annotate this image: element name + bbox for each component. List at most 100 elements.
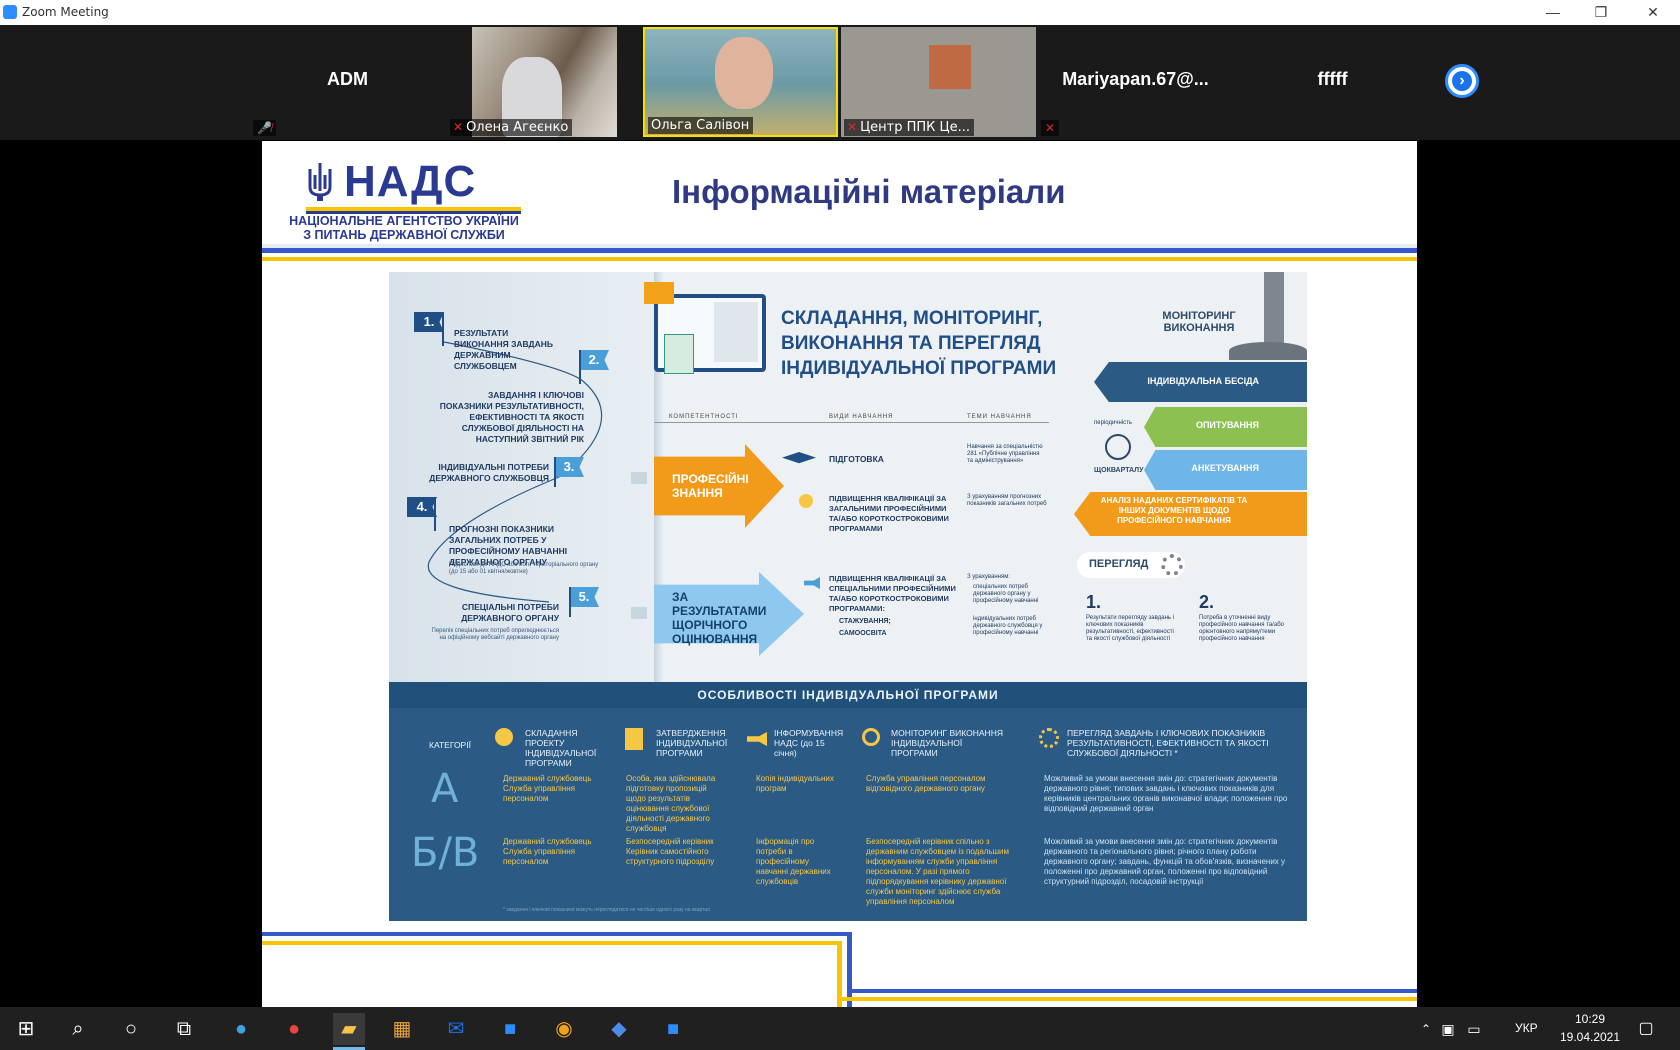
next-page-button[interactable]: ›	[1445, 64, 1479, 98]
quarterly-label: ЩОКВАРТАЛУ	[1094, 467, 1144, 474]
participant-video-frame	[929, 45, 971, 89]
divider	[262, 257, 1417, 261]
step-text: РЕЗУЛЬТАТИ ВИКОНАННЯ ЗАВДАНЬ ДЕРЖАВНИМ С…	[454, 328, 554, 371]
app-icon[interactable]: ◉	[548, 1013, 580, 1045]
notifications-icon[interactable]: ▢	[1630, 1013, 1662, 1045]
step-note: Перелік спеціальних потреб оприлюднюєтьс…	[431, 628, 559, 641]
feature-header: ПЕРЕГЛЯД ЗАВДАНЬ І КЛЮЧОВИХ ПОКАЗНИКІВ Р…	[1067, 728, 1269, 758]
participant-strip: ADM 🎤̸ ✕ Олена Агеєнко Ольга Салівон ✕ Цен…	[0, 25, 1680, 140]
feature-cell: Служба управління персоналом відповідног…	[866, 774, 986, 793]
edge-icon[interactable]: ●	[225, 1013, 257, 1045]
training-topic: спеціальних потреб державного органу у п…	[973, 584, 1039, 604]
category-label: А	[431, 766, 459, 812]
training-type: ПІДВИЩЕННЯ КВАЛІФІКАЦІЇ ЗА СПЕЦІАЛЬНИМИ …	[829, 574, 956, 613]
features-panel: ОСОБЛИВОСТІ ІНДИВІДУАЛЬНОЇ ПРОГРАМИ КАТЕ…	[389, 682, 1307, 921]
feature-cell: Безпосередній керівник Керівник самостій…	[626, 837, 715, 866]
monitoring-item-label: АНАЛІЗ НАДАНИХ СЕРТИФІКАТІВ ТА ІНШИХ ДОК…	[1100, 496, 1248, 525]
participant-tile[interactable]: ADM 🎤̸	[250, 27, 445, 137]
clock-icon	[1105, 434, 1131, 460]
chrome-icon[interactable]: ●	[278, 1013, 310, 1045]
participant-tile[interactable]: fffff	[1235, 27, 1430, 137]
feature-header: ІНФОРМУВАННЯ НАДС (до 15 січня)	[774, 728, 844, 758]
training-topic: індивідуальних потреб державного службов…	[973, 616, 1043, 636]
training-type: ПІДГОТОВКА	[829, 454, 884, 464]
lightbulb-icon	[799, 494, 813, 508]
features-title: ОСОБЛИВОСТІ ІНДИВІДУАЛЬНОЇ ПРОГРАМИ	[389, 682, 1307, 708]
participant-video-face	[715, 37, 773, 109]
review-text: Результати перегляду завдань і ключових …	[1086, 615, 1175, 642]
decor-line	[847, 989, 1417, 993]
zoom-icon[interactable]: ■	[494, 1013, 526, 1045]
infographic: 1. РЕЗУЛЬТАТИ ВИКОНАННЯ ЗАВДАНЬ ДЕРЖАВНИ…	[389, 272, 1307, 921]
participant-label: Ольга Салівон	[648, 117, 754, 134]
magnifier-icon	[862, 728, 880, 746]
column-header: ВИДИ НАВЧАННЯ	[829, 414, 894, 420]
participant-label: ✕ Центр ППК Це...	[844, 119, 975, 136]
participant-tile[interactable]: Mariyapan.67@... ✕	[1038, 27, 1233, 137]
step-note: Подається до НАДС або його територіально…	[449, 562, 599, 575]
window-titlebar: Zoom Meeting — ❐ ✕	[0, 0, 1680, 25]
paint-icon[interactable]: ◆	[603, 1013, 635, 1045]
slide-title: Інформаційні матеріали	[672, 173, 1066, 210]
window-title: Zoom Meeting	[22, 5, 109, 19]
review-title: ПЕРЕГЛЯД	[1089, 558, 1149, 570]
cortana-icon[interactable]: ○	[115, 1013, 147, 1045]
mail-icon[interactable]: ✉	[440, 1013, 472, 1045]
infographic-heading: СКЛАДАННЯ, МОНІТОРИНГ, ВИКОНАННЯ ТА ПЕРЕ…	[781, 308, 1057, 379]
feature-cell: Копія індивідуальних програм	[756, 774, 834, 793]
monitoring-item-label: ІНДИВІДУАЛЬНА БЕСІДА	[1147, 376, 1259, 386]
network-icon[interactable]: ▭	[1458, 1013, 1490, 1045]
windows-start-icon[interactable]: ⊞	[10, 1013, 42, 1045]
close-button[interactable]: ✕	[1630, 0, 1676, 25]
feature-header: ЗАТВЕРДЖЕННЯ ІНДИВІДУАЛЬНОЇ ПРОГРАМИ	[656, 728, 728, 758]
briefcase-icon	[631, 472, 647, 484]
arrow-label: ЗА РЕЗУЛЬТАТАМИ ЩОРІЧНОГО ОЦІНЮВАННЯ	[672, 590, 767, 646]
step-flag: 3.	[554, 457, 584, 477]
clock[interactable]: 10:29 19.04.2021	[1555, 1010, 1625, 1046]
feature-cell: Безпосередній керівник спільно з державн…	[866, 837, 1009, 906]
feature-cell: Державний службовець Служба управління п…	[503, 774, 592, 803]
column-rule	[654, 422, 1049, 423]
step-flag: 1.	[414, 312, 444, 332]
review-number: 2.	[1199, 592, 1215, 612]
chart-icon	[631, 607, 647, 619]
chart-card-icon	[664, 334, 694, 374]
file-explorer-icon[interactable]: ▰	[333, 1013, 365, 1045]
megaphone-icon	[747, 732, 767, 746]
step-text: СПЕЦІАЛЬНІ ПОТРЕБИ ДЕРЖАВНОГО ОРГАНУ	[461, 602, 559, 623]
muted-mic-icon: 🎤̸	[253, 120, 276, 136]
training-type: ПІДВИЩЕННЯ КВАЛІФІКАЦІЇ ЗА ЗАГАЛЬНИМИ ПР…	[829, 494, 949, 533]
flag-pole	[554, 457, 556, 487]
chevron-right-icon: ›	[1452, 71, 1472, 91]
participant-tile[interactable]: ✕ Олена Агеєнко	[447, 27, 617, 137]
training-topic: З урахуванням прогнозних показників зага…	[967, 494, 1047, 507]
lightbulb-icon	[495, 728, 513, 746]
task-view-icon[interactable]: ⧉	[168, 1013, 200, 1045]
muted-mic-icon: ✕	[1041, 120, 1060, 136]
minimize-button[interactable]: —	[1530, 0, 1576, 25]
training-topic: З урахуванням:	[967, 574, 1011, 580]
trident-icon	[308, 163, 332, 201]
arrow-label: ПРОФЕСІЙНІ ЗНАННЯ	[672, 472, 749, 500]
search-icon[interactable]: ⌕	[62, 1013, 94, 1045]
column-header: КОМПЕТЕНТНОСТІ	[669, 414, 739, 420]
feature-cell: Можливий за умови внесення змін до: стра…	[1044, 774, 1288, 813]
participant-name: fffff	[1317, 69, 1348, 89]
muted-mic-icon: ✕	[847, 120, 858, 134]
zoom-meeting-icon[interactable]: ■	[657, 1013, 689, 1045]
nads-logo: НАДС НАЦІОНАЛЬНЕ АГЕНТСТВО УКРАЇНИ З ПИТА…	[284, 157, 521, 242]
participant-tile-active-speaker[interactable]: Ольга Салівон	[643, 27, 838, 137]
participant-tile[interactable]: ✕ Центр ППК Це...	[841, 27, 1036, 137]
flag-pole	[569, 587, 571, 617]
store-icon[interactable]: ▦	[386, 1013, 418, 1045]
language-indicator[interactable]: УКР	[1515, 1021, 1538, 1035]
footnote: * завдання і ключові показники можуть пе…	[503, 907, 711, 913]
step-flag: 5.	[569, 587, 599, 607]
flag-pole	[579, 350, 581, 384]
feature-header: МОНІТОРИНГ ВИКОНАННЯ ІНДИВІДУАЛЬНОЇ ПРОГ…	[891, 728, 1003, 758]
step-text: ІНДИВІДУАЛЬНІ ПОТРЕБИ ДЕРЖАВНОГО СЛУЖБОВ…	[429, 462, 549, 483]
restore-button[interactable]: ❐	[1578, 0, 1624, 25]
decor-line	[837, 997, 1417, 1001]
periodicity-label: періодичність	[1094, 420, 1132, 426]
logo-subtitle: НАЦІОНАЛЬНЕ АГЕНТСТВО УКРАЇНИ З ПИТАНЬ ДЕ…	[289, 214, 519, 242]
